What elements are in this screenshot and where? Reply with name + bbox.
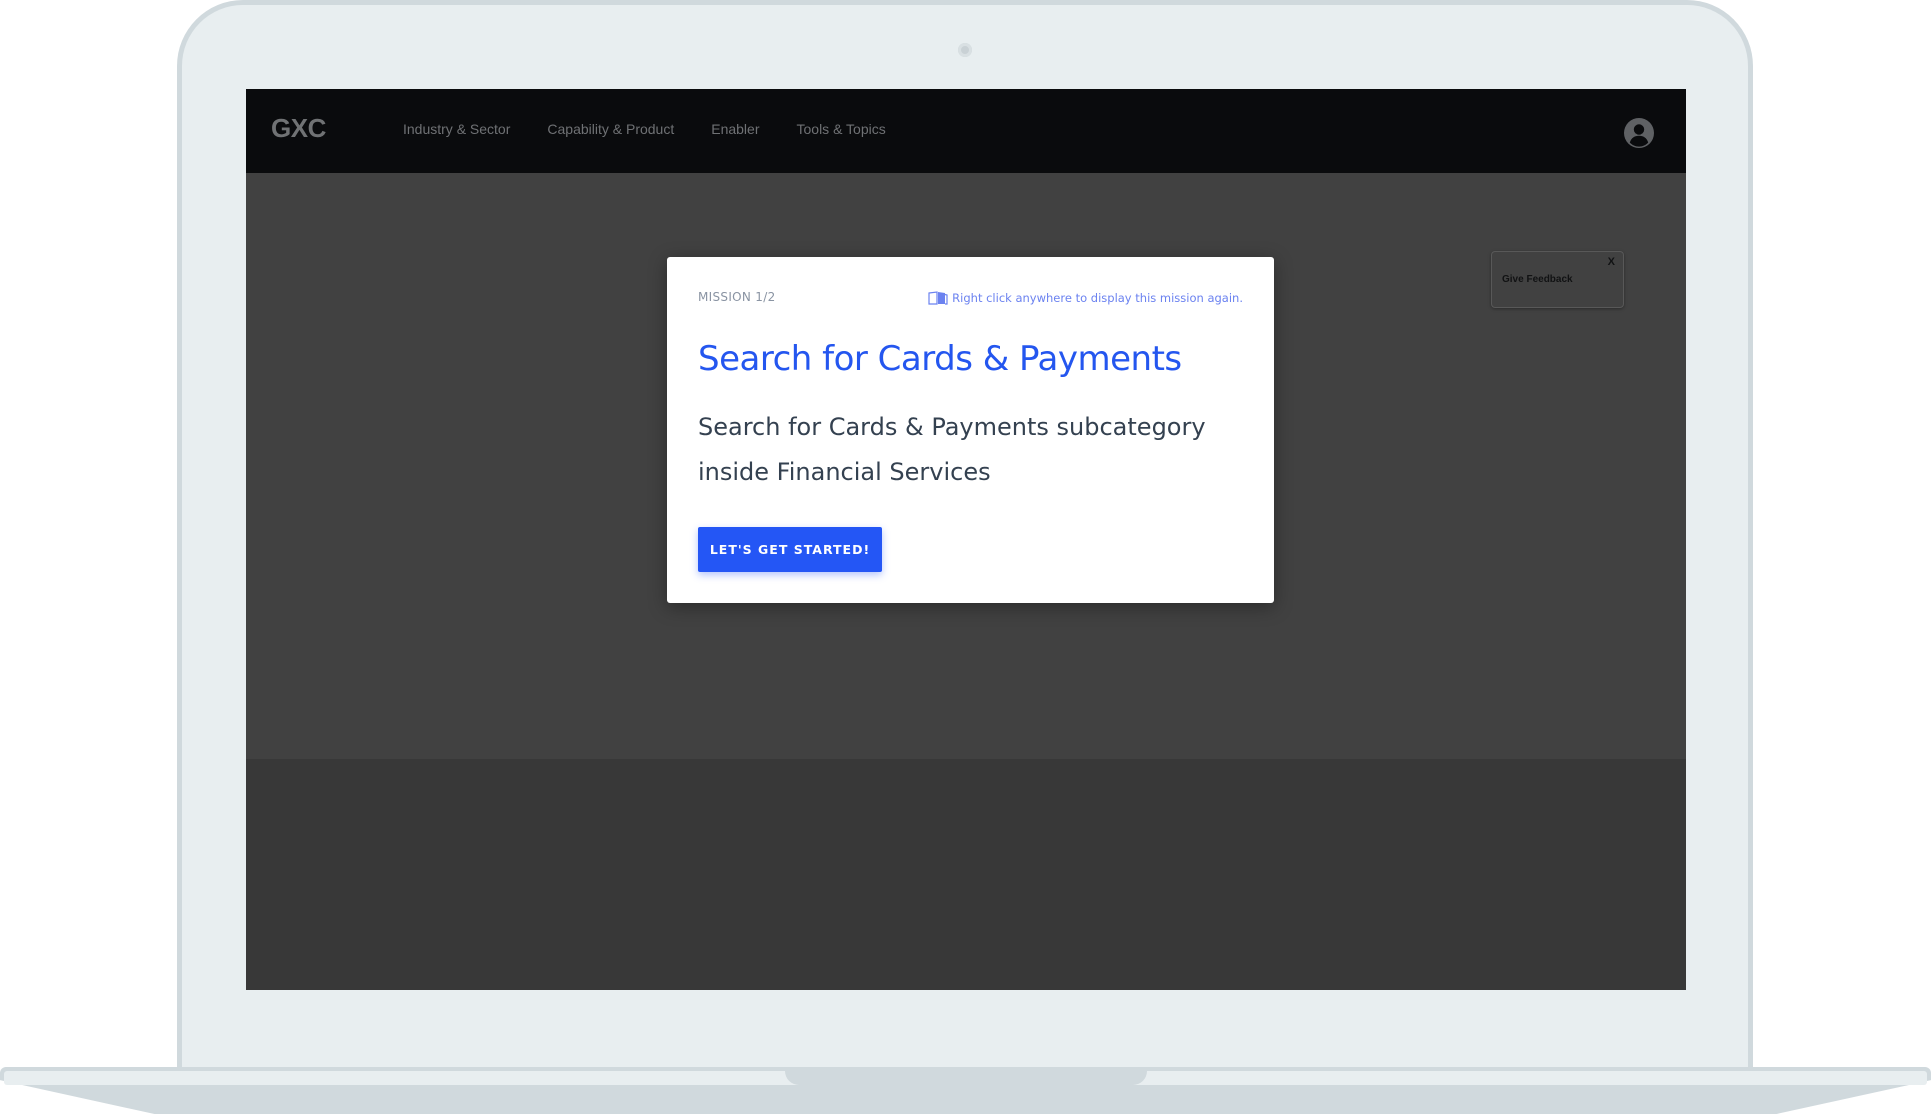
feedback-label: Give Feedback bbox=[1502, 274, 1573, 285]
nav-item-capability-product[interactable]: Capability & Product bbox=[547, 121, 674, 137]
nav-item-industry-sector[interactable]: Industry & Sector bbox=[403, 121, 510, 137]
nav-item-enabler[interactable]: Enabler bbox=[711, 121, 759, 137]
book-icon bbox=[928, 291, 948, 305]
stage: GXC Industry & Sector Capability & Produ… bbox=[0, 0, 1931, 1114]
camera-icon bbox=[958, 43, 972, 57]
mission-counter: MISSION 1/2 bbox=[698, 290, 776, 304]
logo[interactable]: GXC bbox=[271, 113, 326, 144]
mission-description: Search for Cards & Payments subcategory … bbox=[698, 413, 1206, 486]
laptop-notch bbox=[785, 1071, 1147, 1085]
mission-title: Search for Cards & Payments bbox=[698, 339, 1182, 379]
navbar: GXC Industry & Sector Capability & Produ… bbox=[246, 89, 1686, 173]
mission-hint-text: Right click anywhere to display this mis… bbox=[952, 291, 1243, 305]
get-started-button[interactable]: LET'S GET STARTED! bbox=[698, 527, 882, 572]
screen: GXC Industry & Sector Capability & Produ… bbox=[246, 89, 1686, 990]
nav-links: Industry & Sector Capability & Product E… bbox=[403, 121, 886, 137]
feedback-widget[interactable]: Give Feedback X bbox=[1491, 251, 1624, 308]
feedback-close-button[interactable]: X bbox=[1608, 256, 1615, 268]
mission-hint: Right click anywhere to display this mis… bbox=[928, 291, 1243, 305]
mission-modal: MISSION 1/2 Right click anywhere to disp… bbox=[667, 257, 1274, 603]
nav-item-tools-topics[interactable]: Tools & Topics bbox=[797, 121, 886, 137]
user-avatar-icon[interactable] bbox=[1623, 117, 1655, 149]
lower-area bbox=[246, 759, 1686, 990]
